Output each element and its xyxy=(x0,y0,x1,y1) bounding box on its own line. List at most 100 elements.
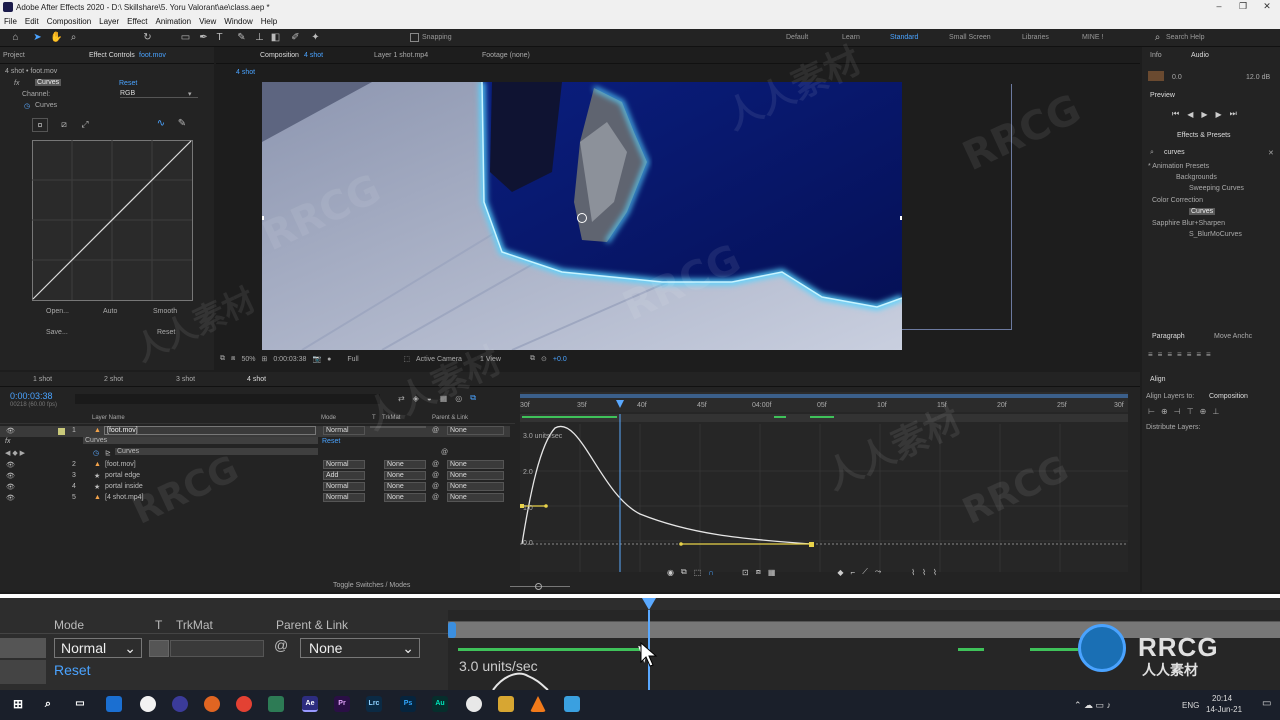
last-frame-icon[interactable]: ⏭ xyxy=(1230,109,1237,119)
layer-name[interactable]: portal edge xyxy=(105,472,140,479)
audition-app-icon[interactable]: Au xyxy=(432,696,448,712)
pickwhip-icon[interactable]: @ xyxy=(432,472,439,479)
mode-select[interactable]: Normal xyxy=(323,426,365,435)
comp-mini-flowchart-icon[interactable]: ⇄ xyxy=(398,394,405,403)
layer-name[interactable]: portal inside xyxy=(105,483,143,490)
zoom-trkmat-select[interactable] xyxy=(170,640,264,657)
motion-blur-icon[interactable]: ◎ xyxy=(455,394,462,403)
rectangle-tool-icon[interactable]: ▭ xyxy=(180,32,191,43)
next-frame-icon[interactable]: ▶ xyxy=(1216,110,1222,119)
edit-keyframe-icon[interactable]: ◆ xyxy=(837,568,843,577)
menu-help[interactable]: Help xyxy=(261,15,277,29)
views-select[interactable]: 1 View xyxy=(480,356,524,363)
hand-tool-icon[interactable]: ✋ xyxy=(50,32,62,43)
menu-composition[interactable]: Composition xyxy=(47,15,91,29)
photoshop-app-icon[interactable]: Ps xyxy=(400,696,416,712)
curves-smooth-button[interactable]: Smooth xyxy=(153,308,177,315)
menu-layer[interactable]: Layer xyxy=(99,15,119,29)
exposure-value[interactable]: +0.0 xyxy=(553,356,567,363)
trkmat-select[interactable]: None xyxy=(384,471,426,480)
align-top-icon[interactable]: ⊤ xyxy=(1187,407,1194,416)
justify-center-icon[interactable]: ≡ xyxy=(1187,350,1192,359)
zoom-reset-link[interactable]: Reset xyxy=(54,662,91,678)
tab-comp-3-shot[interactable]: 3 shot xyxy=(176,376,195,383)
align-v-center-icon[interactable]: ⊕ xyxy=(1200,407,1207,416)
curve-rgb-icon[interactable]: ¤ xyxy=(32,118,48,132)
app-icon[interactable] xyxy=(268,696,284,712)
pen-tool-icon[interactable]: ✒ xyxy=(198,32,209,43)
mode-select[interactable]: Normal xyxy=(323,482,365,491)
zoom-select[interactable]: 50% xyxy=(241,356,255,363)
curves-reset-button[interactable]: Reset xyxy=(157,329,175,336)
rotate-tool-icon[interactable]: ↻ xyxy=(142,32,153,43)
premiere-app-icon[interactable]: Pr xyxy=(334,696,350,712)
align-center-icon[interactable]: ≡ xyxy=(1158,350,1163,359)
search-icon[interactable]: ⌕ xyxy=(40,696,56,712)
visibility-icon[interactable]: 👁 xyxy=(6,472,15,480)
render-icon[interactable]: ⧉ xyxy=(530,355,535,363)
tab-footage[interactable]: Footage (none) xyxy=(482,52,530,59)
chrome-app-icon[interactable] xyxy=(236,696,252,712)
composition-viewer[interactable] xyxy=(262,82,902,350)
curves-save-button[interactable]: Save... xyxy=(46,329,68,336)
search-help-input[interactable]: Search Help xyxy=(1166,34,1205,41)
puppet-tool-icon[interactable]: ✦ xyxy=(310,32,321,43)
pickwhip-icon[interactable]: @ xyxy=(274,637,288,653)
visibility-icon[interactable]: 👁 xyxy=(6,483,15,491)
maximize-icon[interactable]: ❐ xyxy=(1236,1,1250,13)
workspace-default[interactable]: Default xyxy=(786,34,808,41)
windows-start-icon[interactable]: ⊞ xyxy=(10,696,26,712)
parent-select[interactable]: None xyxy=(447,426,504,435)
curve-resize-icon[interactable]: ⤢ xyxy=(77,118,93,132)
tab-comp-2-shot[interactable]: 2 shot xyxy=(104,376,123,383)
layer-name[interactable]: [4 shot.mp4] xyxy=(105,494,144,501)
region-icon[interactable]: ⬚ xyxy=(403,355,410,363)
tray-icons[interactable]: ⌃ ☁ ▭ ♪ xyxy=(1074,700,1111,711)
zoom-slider-handle[interactable] xyxy=(535,583,542,590)
stopwatch-icon[interactable]: ◷ xyxy=(24,102,30,110)
trkmat-select[interactable]: None xyxy=(384,460,426,469)
menu-animation[interactable]: Animation xyxy=(155,15,191,29)
hold-icon[interactable]: ⌐ xyxy=(851,568,856,577)
clock-time[interactable]: 20:14 xyxy=(1212,694,1232,703)
notifications-icon[interactable]: ▭ xyxy=(1262,698,1271,709)
mode-select[interactable]: Add xyxy=(323,471,365,480)
tab-info[interactable]: Info xyxy=(1150,52,1162,59)
lightroom-app-icon[interactable]: Lrc xyxy=(366,696,382,712)
property-row[interactable]: ◀ ◆ ▶ ◷ ⊵ Curves @ xyxy=(0,448,510,459)
tab-effects-presets[interactable]: Effects & Presets xyxy=(1177,132,1231,139)
work-area-bar[interactable] xyxy=(520,392,1128,401)
channel-icon[interactable]: ● xyxy=(327,356,331,363)
trkmat-select[interactable]: None xyxy=(384,493,426,502)
align-to-select[interactable]: Composition xyxy=(1209,393,1248,400)
first-frame-icon[interactable]: ⏮ xyxy=(1172,109,1179,119)
menu-edit[interactable]: Edit xyxy=(25,15,39,29)
draft-3d-icon[interactable]: ◈ xyxy=(413,394,419,403)
mode-select[interactable]: Normal xyxy=(323,460,365,469)
effect-row-reset[interactable]: Reset xyxy=(322,438,340,445)
ease-in-icon[interactable]: ⌇ xyxy=(922,568,926,577)
menu-window[interactable]: Window xyxy=(224,15,252,29)
layer-row[interactable]: 👁 2 ▲ [foot.mov] Normal None @ None xyxy=(0,460,510,471)
easy-ease-icon[interactable]: ⌇ xyxy=(911,568,915,577)
menu-effect[interactable]: Effect xyxy=(127,15,147,29)
zoom-t-toggle[interactable] xyxy=(149,640,169,657)
minimize-icon[interactable]: – xyxy=(1212,1,1226,13)
parent-select[interactable]: None xyxy=(447,460,504,469)
workspace-libraries[interactable]: Libraries xyxy=(1022,34,1049,41)
tab-comp-4-shot[interactable]: 4 shot xyxy=(247,376,266,383)
language-indicator[interactable]: ENG xyxy=(1182,701,1199,710)
graph-options-icon[interactable]: ⧉ xyxy=(681,567,687,577)
parent-select[interactable]: None xyxy=(447,482,504,491)
preset-tree-item-selected[interactable]: Curves xyxy=(1189,208,1216,215)
align-bottom-icon[interactable]: ⊥ xyxy=(1212,407,1219,416)
preset-tree-item[interactable]: Color Correction xyxy=(1152,197,1203,204)
effect-row[interactable]: fx Curves Reset xyxy=(0,437,510,448)
tab-preview[interactable]: Preview xyxy=(1150,92,1175,99)
linear-icon[interactable]: ⟋ xyxy=(862,567,868,577)
layer-row[interactable]: 👁 3 ★ portal edge Add None @ None xyxy=(0,471,510,482)
mode-select[interactable]: Normal xyxy=(323,493,365,502)
fit-selection-icon[interactable]: ⊡ xyxy=(742,568,749,577)
show-properties-icon[interactable]: ◉ xyxy=(667,568,674,577)
transform-box-icon[interactable]: ⬚ xyxy=(694,568,702,577)
